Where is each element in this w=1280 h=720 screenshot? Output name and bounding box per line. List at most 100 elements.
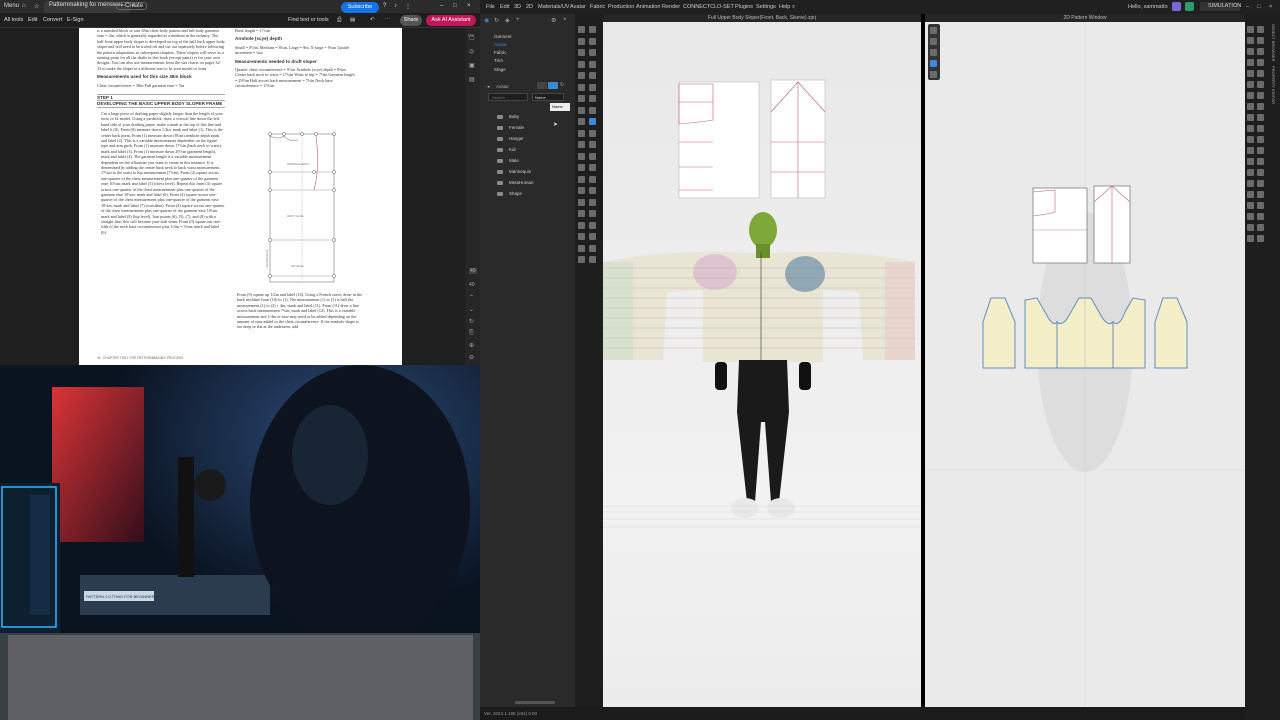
3d-tool-icon[interactable] bbox=[589, 118, 596, 125]
menu-edit[interactable]: Edit bbox=[500, 4, 509, 10]
3d-tool-icon[interactable] bbox=[589, 187, 596, 194]
layers-icon[interactable]: ▤ bbox=[469, 76, 475, 83]
right-panel-tool-icon[interactable] bbox=[1247, 224, 1254, 231]
home-icon[interactable]: ⌂ bbox=[22, 3, 26, 9]
3d-tool-icon[interactable] bbox=[578, 72, 585, 79]
folder-hanger[interactable]: Hanger bbox=[497, 136, 524, 141]
3d-tool-icon[interactable] bbox=[578, 37, 585, 45]
tree-item-garment[interactable]: Garment bbox=[494, 34, 512, 39]
3d-tool-icon[interactable] bbox=[578, 49, 585, 56]
right-panel-tool-icon[interactable] bbox=[1257, 169, 1264, 176]
3d-tool-icon[interactable] bbox=[578, 83, 585, 91]
folder-mannequin[interactable]: Mannequin bbox=[496, 169, 531, 174]
property-editor-tab[interactable]: PROPERTY EDITOR bbox=[1271, 66, 1276, 104]
edit-button[interactable]: Edit bbox=[28, 17, 37, 23]
2d-transform-tool-icon[interactable] bbox=[930, 38, 937, 45]
3d-tool-icon[interactable] bbox=[578, 141, 585, 148]
3d-tool-icon[interactable] bbox=[578, 233, 585, 240]
3d-tool-icon[interactable] bbox=[578, 187, 585, 194]
3d-tool-icon[interactable] bbox=[589, 129, 596, 137]
3d-tool-icon[interactable] bbox=[589, 49, 596, 56]
2d-sleeve-right[interactable] bbox=[1154, 297, 1188, 369]
apps-icon[interactable]: ⋮ bbox=[405, 3, 411, 10]
3d-tool-icon[interactable] bbox=[578, 152, 585, 160]
refresh-library-icon[interactable]: ↻ bbox=[560, 82, 564, 88]
folder-shape[interactable]: Shape bbox=[496, 191, 522, 196]
right-panel-tool-icon[interactable] bbox=[1257, 235, 1264, 242]
library-search-input[interactable] bbox=[488, 93, 528, 101]
2d-back-pattern[interactable] bbox=[1032, 187, 1088, 264]
right-panel-tool-icon[interactable] bbox=[1247, 125, 1254, 132]
right-panel-tool-icon[interactable] bbox=[1257, 147, 1264, 154]
menu-plugins[interactable]: Plugins bbox=[735, 4, 753, 10]
find-text-input[interactable]: Find text or tools bbox=[288, 17, 329, 23]
nav-files-icon[interactable]: ▭ bbox=[468, 32, 474, 39]
menu-production[interactable]: Production bbox=[608, 4, 634, 10]
right-panel-tool-icon[interactable] bbox=[1257, 26, 1264, 33]
3d-tool-icon[interactable] bbox=[589, 221, 596, 229]
share-button[interactable]: Share bbox=[400, 15, 422, 26]
menu-connect[interactable]: CONNECT bbox=[683, 4, 710, 10]
menu-3d[interactable]: 3D bbox=[514, 4, 521, 10]
right-panel-tool-icon[interactable] bbox=[1257, 224, 1264, 231]
account-icon[interactable] bbox=[1185, 2, 1194, 11]
right-panel-tool-icon[interactable] bbox=[1257, 48, 1264, 55]
menu-button[interactable]: Menu bbox=[4, 3, 19, 9]
2d-pattern-window[interactable] bbox=[925, 22, 1245, 707]
right-panel-tool-icon[interactable] bbox=[1257, 125, 1264, 132]
add-library-icon[interactable]: + bbox=[516, 17, 520, 23]
3d-tool-icon[interactable] bbox=[589, 198, 596, 206]
save-icon[interactable]: ▤ bbox=[350, 17, 355, 23]
bell-icon[interactable]: ♪ bbox=[394, 3, 397, 9]
2d-segment-tool-icon[interactable] bbox=[930, 60, 937, 67]
user-greeting[interactable]: Hello, sammatto bbox=[1128, 4, 1168, 10]
search-icon[interactable]: ⌕ bbox=[792, 4, 795, 11]
3d-tool-icon[interactable] bbox=[578, 129, 585, 137]
2d-sleeve-left[interactable] bbox=[982, 297, 1016, 369]
3d-tool-icon[interactable] bbox=[589, 164, 596, 171]
close-window-icon[interactable]: × bbox=[467, 3, 471, 9]
menu-help[interactable]: Help bbox=[779, 4, 790, 10]
3d-tool-icon[interactable] bbox=[589, 26, 596, 33]
star-icon[interactable]: ☆ bbox=[34, 3, 39, 10]
notification-icon[interactable] bbox=[1172, 2, 1181, 11]
store-icon[interactable]: ◈ bbox=[505, 17, 510, 24]
right-panel-tool-icon[interactable] bbox=[1257, 81, 1264, 88]
print-icon[interactable]: ⎙ bbox=[337, 17, 341, 24]
3d-viewport[interactable] bbox=[603, 22, 921, 707]
3d-tool-icon[interactable] bbox=[589, 72, 596, 79]
right-panel-tool-icon[interactable] bbox=[1257, 202, 1264, 209]
right-panel-tool-icon[interactable] bbox=[1247, 235, 1254, 242]
menu-clo-set[interactable]: CLO-SET bbox=[710, 4, 734, 10]
folder-baby[interactable]: Baby bbox=[496, 114, 519, 119]
right-panel-tool-icon[interactable] bbox=[1257, 37, 1264, 44]
menu-file[interactable]: File bbox=[486, 4, 495, 10]
refresh-icon[interactable]: ↻ bbox=[469, 318, 474, 325]
esign-button[interactable]: E-Sign bbox=[67, 17, 84, 23]
tree-item-stage[interactable]: Stage bbox=[494, 67, 506, 72]
right-panel-tool-icon[interactable] bbox=[1247, 213, 1254, 220]
3d-tool-icon[interactable] bbox=[589, 175, 596, 183]
tree-item-avatar[interactable]: Avatar bbox=[494, 42, 507, 47]
undo-icon[interactable]: ↶ bbox=[370, 17, 375, 23]
right-panel-tool-icon[interactable] bbox=[1257, 136, 1264, 143]
right-panel-tool-icon[interactable] bbox=[1257, 114, 1264, 121]
right-panel-tool-icon[interactable] bbox=[1247, 202, 1254, 209]
right-panel-tool-icon[interactable] bbox=[1247, 103, 1254, 110]
right-panel-tool-icon[interactable] bbox=[1247, 70, 1254, 77]
panel-close-icon[interactable]: × bbox=[563, 17, 567, 23]
3d-tool-icon[interactable] bbox=[578, 175, 585, 183]
bookmark-icon[interactable]: ◎ bbox=[469, 48, 474, 55]
menu-materials[interactable]: Materials/UV bbox=[538, 4, 569, 10]
3d-tool-icon[interactable] bbox=[589, 83, 596, 91]
3d-tool-icon[interactable] bbox=[578, 256, 585, 263]
right-panel-tool-icon[interactable] bbox=[1247, 180, 1254, 187]
3d-tool-icon[interactable] bbox=[589, 95, 596, 102]
folder-female[interactable]: Female bbox=[496, 125, 524, 130]
sort-dropdown[interactable]: Name bbox=[532, 93, 564, 101]
3d-tool-icon[interactable] bbox=[578, 118, 585, 125]
subscribe-button[interactable]: Subscribe bbox=[341, 2, 379, 13]
folder-male[interactable]: Male bbox=[497, 158, 519, 163]
3d-tool-icon[interactable] bbox=[589, 256, 596, 263]
3d-tool-icon[interactable] bbox=[589, 106, 596, 114]
